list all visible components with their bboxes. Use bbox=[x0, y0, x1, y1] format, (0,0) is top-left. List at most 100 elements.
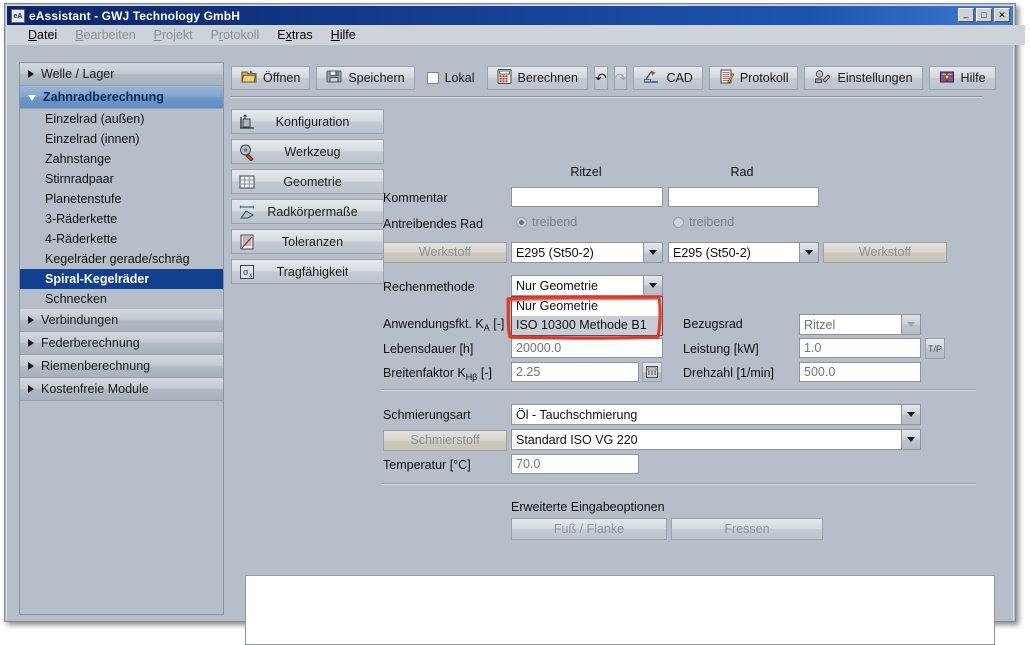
driving-pinion-radio[interactable]: treibend bbox=[516, 215, 577, 229]
breitenfaktor-input[interactable]: 2.25 bbox=[511, 362, 639, 382]
menu-projekt[interactable]: Projekt bbox=[145, 26, 202, 44]
label-breitenfaktor-text: Breitenfaktor K bbox=[383, 366, 466, 380]
close-button[interactable]: ✕ bbox=[994, 8, 1010, 22]
calculate-button[interactable]: Berechnen bbox=[487, 66, 588, 90]
material-button-right[interactable]: Werkstoff bbox=[823, 242, 947, 263]
lebensdauer-input[interactable]: 20000.0 bbox=[511, 338, 663, 358]
app-root: eA eAssistant - GWJ Technology GmbH _ □ … bbox=[0, 0, 1030, 631]
sidebar-group-kostenfreie-module[interactable]: Kostenfreie Module bbox=[20, 378, 223, 401]
cad-button[interactable]: CAD bbox=[633, 66, 702, 90]
label-lebensdauer: Lebensdauer [h] bbox=[383, 342, 473, 356]
chevron-right-icon bbox=[28, 385, 34, 393]
menu-extras[interactable]: Extras bbox=[268, 26, 321, 44]
tab-toleranzen[interactable]: Toleranzen bbox=[231, 229, 384, 254]
sidebar-item-einzelrad-innen[interactable]: Einzelrad (innen) bbox=[20, 129, 223, 149]
column-header-ritzel: Ritzel bbox=[511, 165, 661, 179]
tab-konfiguration[interactable]: Konfiguration bbox=[231, 109, 384, 134]
torque-power-toggle-button[interactable]: T/P bbox=[925, 338, 945, 359]
maximize-button[interactable]: □ bbox=[976, 8, 992, 22]
sidebar-item-kegelraeder[interactable]: Kegelräder gerade/schräg bbox=[20, 249, 223, 269]
help-button-label: Hilfe bbox=[961, 71, 986, 85]
configuration-icon bbox=[238, 113, 256, 131]
sidebar-item-einzelrad-aussen[interactable]: Einzelrad (außen) bbox=[20, 109, 223, 129]
comment-pinion-input[interactable] bbox=[511, 187, 663, 207]
schmierungsart-select[interactable]: Öl - Tauchschmierung bbox=[511, 404, 921, 425]
save-button[interactable]: Speichern bbox=[316, 66, 414, 90]
calculate-button-label: Berechnen bbox=[518, 71, 578, 85]
fuss-flanke-button[interactable]: Fuß / Flanke bbox=[511, 518, 667, 540]
material-button-left[interactable]: Werkstoff bbox=[383, 242, 507, 263]
drehzahl-input[interactable]: 500.0 bbox=[799, 362, 921, 382]
calculator-icon bbox=[497, 69, 512, 87]
main-pane: Öffnen Speichern Lokal bbox=[231, 62, 1001, 615]
label-bezugsrad: Bezugsrad bbox=[683, 317, 743, 331]
method-option-iso-10300-b1[interactable]: ISO 10300 Methode B1 bbox=[512, 316, 662, 335]
menu-protokoll[interactable]: Protokoll bbox=[202, 26, 269, 44]
temperatur-input[interactable]: 70.0 bbox=[511, 454, 639, 474]
label-anwendungsfaktor-sub: A bbox=[484, 323, 490, 333]
driving-wheel-radio[interactable]: treibend bbox=[673, 215, 734, 229]
output-text-area[interactable] bbox=[245, 575, 995, 645]
tab-werkzeug[interactable]: Werkzeug bbox=[231, 139, 384, 164]
sidebar-item-schnecken[interactable]: Schnecken bbox=[20, 289, 223, 309]
sidebar-item-4-raederkette[interactable]: 4-Räderkette bbox=[20, 229, 223, 249]
open-button[interactable]: Öffnen bbox=[231, 66, 310, 90]
application-window: eA eAssistant - GWJ Technology GmbH _ □ … bbox=[4, 3, 1016, 622]
sidebar-group-riemenberechnung[interactable]: Riemenberechnung bbox=[20, 355, 223, 378]
sidebar-item-planetenstufe[interactable]: Planetenstufe bbox=[20, 189, 223, 209]
gear-wrench-icon bbox=[814, 69, 831, 87]
sidebar-item-zahnstange[interactable]: Zahnstange bbox=[20, 149, 223, 169]
help-button[interactable]: Hilfe bbox=[929, 66, 996, 90]
protocol-button[interactable]: Protokoll bbox=[709, 66, 799, 90]
minimize-button[interactable]: _ bbox=[958, 8, 974, 22]
sidebar-group-verbindungen[interactable]: Verbindungen bbox=[20, 309, 223, 332]
sidebar-group-federberechnung[interactable]: Federberechnung bbox=[20, 332, 223, 355]
sidebar-group-welle-lager[interactable]: Welle / Lager bbox=[20, 63, 223, 86]
chevron-right-icon bbox=[28, 316, 34, 324]
tab-tragfaehigkeit[interactable]: σx Tragfähigkeit bbox=[231, 259, 384, 284]
leistung-input[interactable]: 1.0 bbox=[799, 338, 921, 358]
material-wheel-value: E295 (St50-2) bbox=[669, 246, 799, 260]
method-option-nur-geometrie[interactable]: Nur Geometrie bbox=[512, 297, 662, 316]
method-select[interactable]: Nur Geometrie bbox=[511, 275, 663, 296]
label-breitenfaktor-unit: [-] bbox=[481, 366, 492, 380]
schmierstoff-select[interactable]: Standard ISO VG 220 bbox=[511, 429, 921, 450]
chevron-right-icon bbox=[28, 362, 34, 370]
sidebar-item-spiral-kegelraeder[interactable]: Spiral-Kegelräder bbox=[20, 269, 223, 289]
redo-button[interactable]: ↷ bbox=[614, 66, 628, 90]
app-icon: eA bbox=[11, 9, 25, 23]
menu-hilfe[interactable]: Hilfe bbox=[322, 26, 365, 44]
undo-button[interactable]: ↶ bbox=[594, 66, 608, 90]
sidebar-item-stirnradpaar[interactable]: Stirnradpaar bbox=[20, 169, 223, 189]
load-capacity-icon: σx bbox=[238, 263, 256, 281]
local-label: Lokal bbox=[445, 71, 475, 85]
fressen-button[interactable]: Fressen bbox=[671, 518, 823, 540]
breitenfaktor-calculator-button[interactable] bbox=[642, 362, 662, 382]
cad-icon bbox=[643, 69, 660, 87]
schmierstoff-button[interactable]: Schmierstoff bbox=[383, 430, 507, 451]
chevron-down-icon bbox=[901, 405, 920, 424]
sidebar-group-label: Verbindungen bbox=[41, 313, 118, 327]
menu-datei[interactable]: Datei bbox=[19, 26, 66, 44]
comment-wheel-input[interactable] bbox=[668, 187, 819, 207]
geometry-icon bbox=[238, 173, 256, 191]
material-wheel-select[interactable]: E295 (St50-2) bbox=[668, 242, 819, 263]
section-divider-top bbox=[381, 389, 976, 391]
schmierstoff-value: Standard ISO VG 220 bbox=[512, 433, 901, 447]
sidebar-group-zahnradberechnung[interactable]: Zahnradberechnung bbox=[20, 86, 223, 109]
chevron-down-icon bbox=[799, 243, 818, 262]
help-book-icon bbox=[939, 69, 955, 87]
tab-geometrie[interactable]: Geometrie bbox=[231, 169, 384, 194]
method-dropdown-list[interactable]: Nur Geometrie ISO 10300 Methode B1 bbox=[511, 296, 663, 336]
label-anwendungsfaktor-unit: [-] bbox=[493, 317, 504, 331]
tab-radkoerpermasse[interactable]: Radkörpermaße bbox=[231, 199, 384, 224]
settings-button[interactable]: Einstellungen bbox=[804, 66, 922, 90]
chevron-down-icon bbox=[901, 430, 920, 449]
bezugsrad-select[interactable]: Ritzel bbox=[799, 314, 921, 335]
material-pinion-select[interactable]: E295 (St50-2) bbox=[511, 242, 663, 263]
sidebar-item-3-raederkette[interactable]: 3-Räderkette bbox=[20, 209, 223, 229]
label-anwendungsfaktor-text: Anwendungsfkt. K bbox=[383, 317, 484, 331]
local-checkbox[interactable]: Lokal bbox=[421, 66, 481, 90]
menu-bearbeiten[interactable]: Bearbeiten bbox=[66, 26, 144, 44]
label-anwendungsfaktor: Anwendungsfkt. KA [-] bbox=[383, 317, 504, 333]
